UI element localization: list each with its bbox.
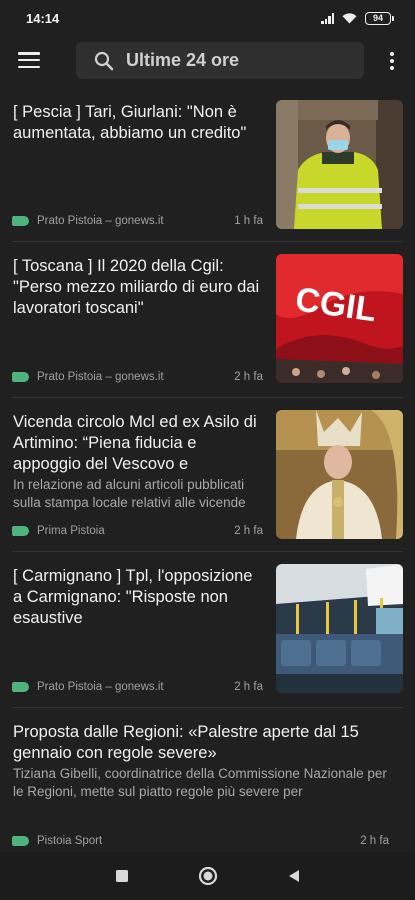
signal-icon [321,12,334,24]
article-thumbnail [276,564,403,693]
article-card[interactable]: [ Carmignano ] Tpl, l'opposizione a Carm… [12,552,403,708]
article-card[interactable]: [ Pescia ] Tari, Giurlani: "Non è aument… [12,88,403,242]
wifi-icon [342,12,357,23]
status-time: 14:14 [26,10,60,26]
status-icons: 94 [321,11,394,25]
recents-button[interactable] [111,865,133,887]
news-feed: [ Pescia ] Tari, Giurlani: "Non è aument… [0,88,415,862]
source-tag-icon [12,216,29,226]
article-meta: Prato Pistoia – gonews.it 1 h fa [12,215,263,227]
article-thumbnail: CGIL [276,254,403,383]
source-tag-icon [12,372,29,382]
back-button[interactable] [283,865,305,887]
article-title: [ Toscana ] Il 2020 della Cgil: "Perso m… [13,257,260,317]
status-bar: 14:14 94 [0,0,415,36]
article-source: Prato Pistoia – gonews.it [37,215,164,227]
home-button[interactable] [197,865,219,887]
article-snippet: Tiziana Gibelli, coordinatrice della Com… [13,766,387,799]
article-age: 2 h fa [360,835,389,847]
system-nav-bar [0,852,415,900]
more-options-icon[interactable] [389,52,395,70]
article-title: [ Pescia ] Tari, Giurlani: "Non è aument… [13,103,247,142]
article-meta: Prato Pistoia – gonews.it 2 h fa [12,681,263,693]
search-icon [94,51,114,70]
article-source: Prato Pistoia – gonews.it [37,681,164,693]
article-meta: Prima Pistoia 2 h fa [12,525,263,537]
article-card[interactable]: Proposta dalle Regioni: «Palestre aperte… [12,708,403,862]
article-age: 2 h fa [234,371,263,383]
battery-icon: 94 [365,11,394,25]
battery-level: 94 [372,13,383,23]
article-age: 1 h fa [234,215,263,227]
article-source: Prato Pistoia – gonews.it [37,371,164,383]
article-source: Pistoia Sport [37,835,103,847]
article-meta: Pistoia Sport 2 h fa [12,835,389,847]
source-tag-icon [12,836,29,846]
triangle-back-icon [288,870,299,882]
source-tag-icon [12,682,29,692]
search-bar[interactable]: Ultime 24 ore [76,42,364,79]
source-tag-icon [12,526,29,536]
circle-icon [198,866,217,886]
article-meta: Prato Pistoia – gonews.it 2 h fa [12,371,263,383]
top-toolbar: Ultime 24 ore [0,42,415,80]
article-title: Vicenda circolo Mcl ed ex Asilo di Artim… [13,413,257,473]
article-thumbnail [276,410,403,539]
article-source: Prima Pistoia [37,525,105,537]
article-card[interactable]: Vicenda circolo Mcl ed ex Asilo di Artim… [12,398,403,552]
article-age: 2 h fa [234,525,263,537]
article-title: Proposta dalle Regioni: «Palestre aperte… [13,723,359,762]
article-age: 2 h fa [234,681,263,693]
article-snippet: In relazione ad alcuni articoli pubblica… [13,477,246,510]
article-card[interactable]: [ Toscana ] Il 2020 della Cgil: "Perso m… [12,242,403,398]
search-text: Ultime 24 ore [126,50,240,70]
article-thumbnail [276,100,403,229]
hamburger-menu-icon[interactable] [18,50,40,70]
square-icon [115,870,128,882]
article-title: [ Carmignano ] Tpl, l'opposizione a Carm… [13,567,253,627]
